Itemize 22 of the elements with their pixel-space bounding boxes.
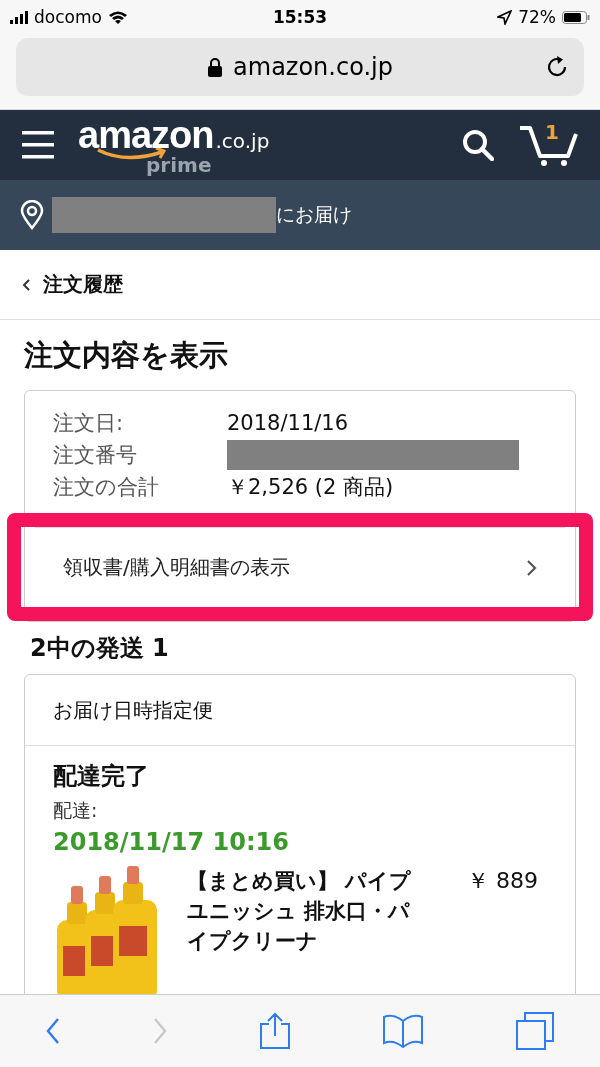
product-title[interactable]: 【まとめ買い】 パイプユニッシュ 排水口・パイプクリーナ <box>187 866 415 994</box>
product-price: ￥ 889 <box>467 867 538 895</box>
delivery-method: お届け日時指定便 <box>25 675 575 746</box>
back-link[interactable]: 注文履歴 <box>22 271 123 298</box>
field-label: 注文の合計 <box>53 474 160 501</box>
field-label: 注文日: <box>53 410 125 437</box>
field-value: ￥2,526 (2 商品) <box>227 474 395 501</box>
delivery-status: 配達完了 <box>53 761 150 792</box>
address-field[interactable]: amazon.co.jp <box>16 38 584 96</box>
clock-time: 15:53 <box>272 7 328 27</box>
field-label: 注文番号 <box>53 442 138 469</box>
shipment-heading: 2中の発送 1 <box>30 633 170 664</box>
deliver-to-text: にお届け <box>276 202 352 227</box>
battery-percent: 72% <box>518 7 556 27</box>
field-value: 2018/11/16 <box>227 410 350 437</box>
url-text: amazon.co.jp <box>233 53 393 81</box>
amazon-logo[interactable]: amazon.co.jp prime <box>78 113 270 177</box>
delivered-label: 配達: <box>53 798 99 823</box>
delivered-date: 2018/11/17 10:16 <box>53 828 290 856</box>
carrier-name: docomo <box>34 7 102 27</box>
cart-button[interactable]: 1 <box>518 124 578 166</box>
page-title: 注文内容を表示 <box>24 337 229 374</box>
